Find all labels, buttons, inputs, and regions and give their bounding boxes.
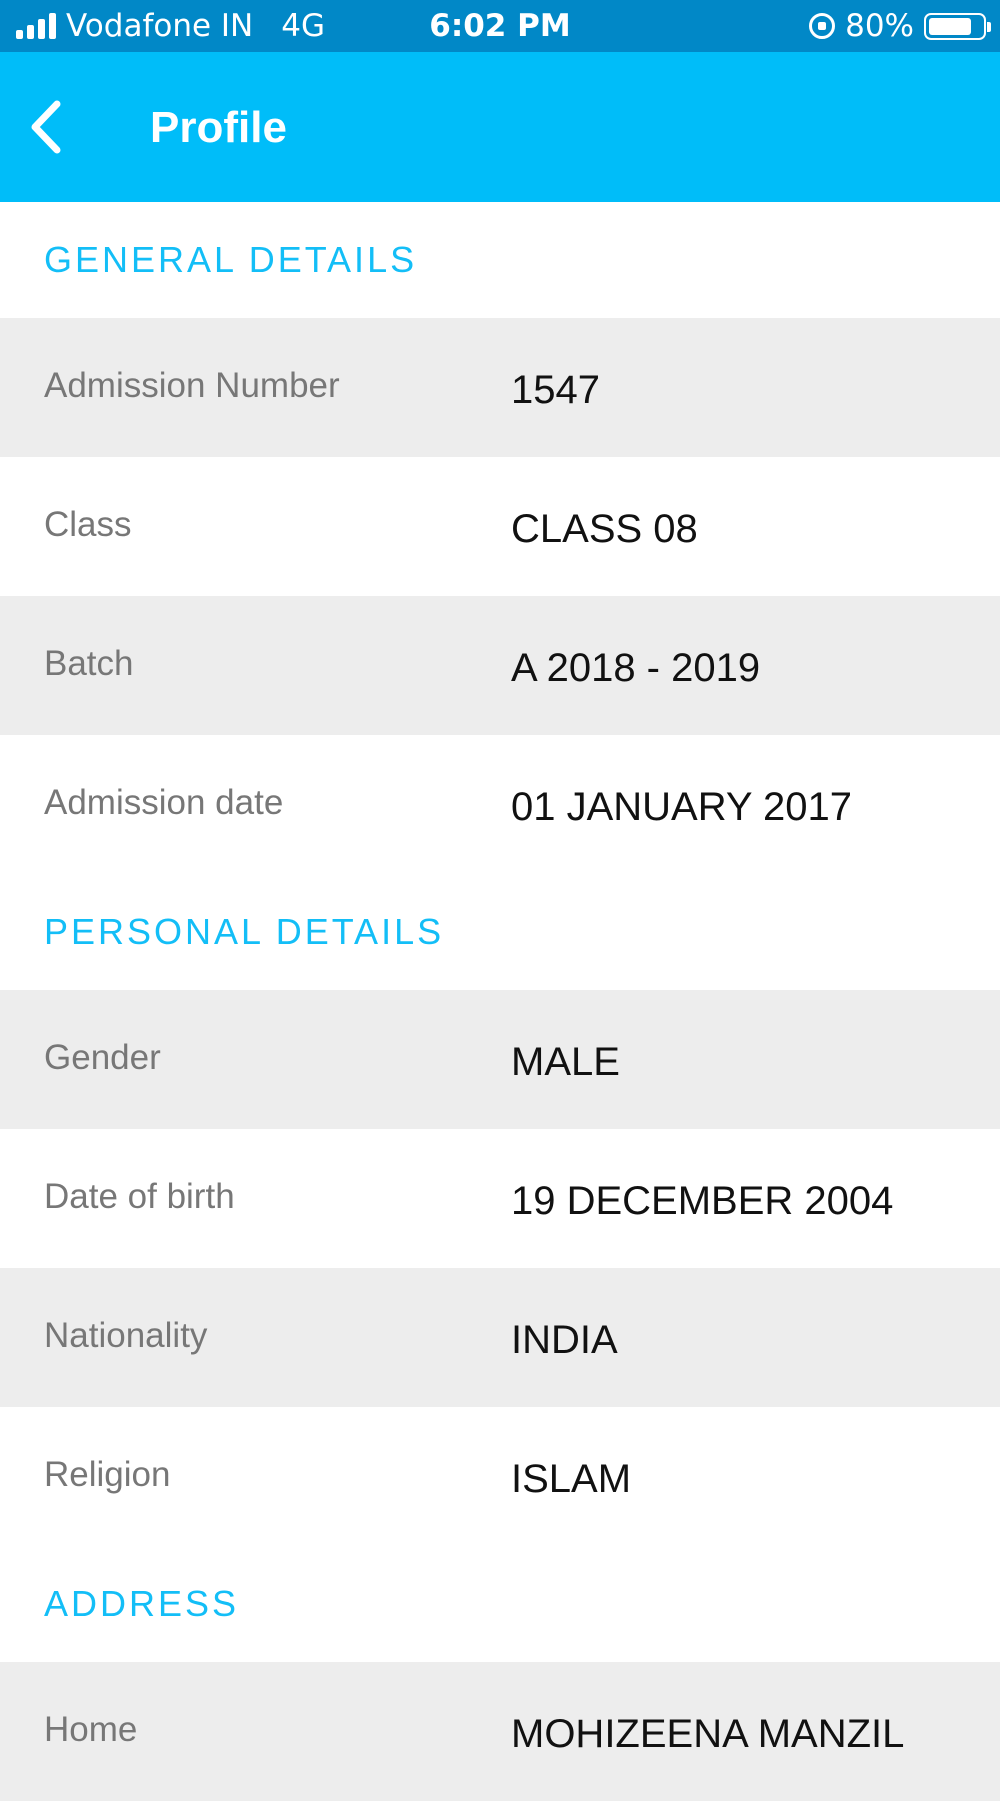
row-value: 01 JANUARY 2017 [511,785,852,829]
row-label: Admission Number [44,366,340,405]
row-label: Gender [44,1038,161,1077]
back-button[interactable] [20,100,74,154]
battery-icon [924,12,991,40]
status-right: 80% [809,8,991,44]
detail-row-admission-number: Admission Number 1547 [0,318,1000,457]
section-title-general: GENERAL DETAILS [0,202,1000,318]
row-label: Admission date [44,783,284,822]
row-label: Religion [44,1455,171,1494]
detail-row-admission-date: Admission date 01 JANUARY 2017 [0,735,1000,874]
detail-row-gender: Gender MALE [0,990,1000,1129]
row-label: Date of birth [44,1177,235,1216]
section-title-address: ADDRESS [0,1546,1000,1662]
detail-row-nationality: Nationality INDIA [0,1268,1000,1407]
row-value: MALE [511,1040,620,1084]
row-value: ISLAM [511,1457,632,1501]
row-value: 19 DECEMBER 2004 [511,1179,894,1223]
row-label: Home [44,1710,138,1749]
status-bar: Vodafone IN 4G 6:02 PM 80% [0,0,1000,52]
row-value: CLASS 08 [511,507,698,551]
row-label: Batch [44,644,134,683]
page-title: Profile [150,103,287,152]
row-value: INDIA [511,1318,618,1362]
detail-row-date-of-birth: Date of birth 19 DECEMBER 2004 [0,1129,1000,1268]
app-bar: Profile [0,52,1000,202]
row-label: Nationality [44,1316,208,1355]
detail-row-class: Class CLASS 08 [0,457,1000,596]
profile-content: GENERAL DETAILS Admission Number 1547 Cl… [0,202,1000,1801]
battery-fill [929,17,971,35]
section-title-personal: PERSONAL DETAILS [0,874,1000,990]
detail-row-religion: Religion ISLAM [0,1407,1000,1546]
row-value: MOHIZEENA MANZIL [511,1712,905,1756]
row-value: A 2018 - 2019 [511,646,761,690]
detail-row-home-address: Home MOHIZEENA MANZIL [0,1662,1000,1801]
detail-row-batch: Batch A 2018 - 2019 [0,596,1000,735]
chevron-left-icon [31,100,61,154]
row-label: Class [44,505,132,544]
row-value: 1547 [511,368,600,412]
battery-percent: 80% [845,8,914,44]
rotation-lock-icon [809,13,836,39]
